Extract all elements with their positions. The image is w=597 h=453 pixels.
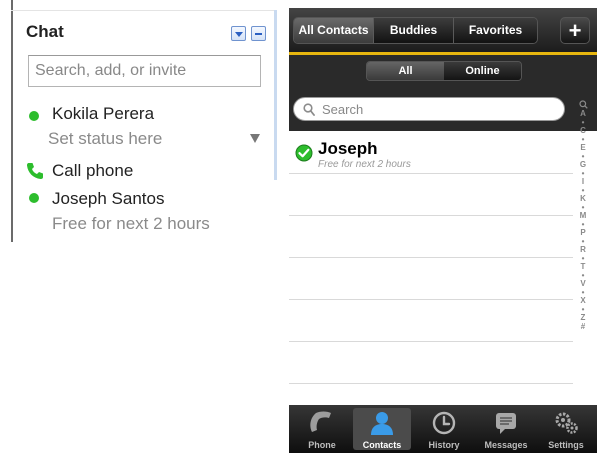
row-divider (289, 215, 573, 216)
clock-icon (432, 411, 456, 435)
my-name[interactable]: Kokila Perera (52, 104, 154, 124)
chat-title: Chat (26, 22, 64, 41)
contact-status: Free for next 2 hours (318, 159, 411, 170)
row-divider (289, 383, 573, 384)
tab-history[interactable]: History (415, 408, 473, 450)
phone-handset-icon (310, 411, 331, 432)
top-toolbar: All Contacts Buddies Favorites + (289, 8, 597, 52)
tab-label: Messages (484, 440, 528, 450)
presence-filter-control: All Online (366, 61, 522, 81)
search-field[interactable] (293, 97, 565, 121)
row-divider (289, 341, 573, 342)
tab-contacts[interactable]: Contacts (353, 408, 411, 450)
chevron-down-icon[interactable] (231, 26, 246, 41)
contact-name: Joseph (318, 139, 378, 158)
index-search-icon[interactable] (578, 100, 588, 109)
panel-left-border (11, 0, 13, 242)
online-check-icon (295, 144, 313, 162)
alphabet-index[interactable]: A • C • E • G • I • K • M • P • R • T • … (576, 100, 590, 331)
status-message-field[interactable]: Set status here (48, 129, 162, 149)
add-contact-button[interactable]: + (560, 17, 590, 44)
tab-label: Settings (548, 440, 584, 450)
filter-bar: All Online (289, 55, 597, 87)
phone-icon (27, 163, 43, 179)
contact-name[interactable]: Joseph Santos (52, 189, 164, 209)
bottom-tab-bar: Phone Contacts History Messages Settings (289, 405, 597, 453)
search-icon (303, 103, 315, 116)
iphone-contacts-app: All Contacts Buddies Favorites + All Onl… (289, 8, 597, 453)
online-status-dot (29, 111, 39, 121)
tab-favorites[interactable]: Favorites (454, 18, 537, 43)
contacts-segmented-control: All Contacts Buddies Favorites (293, 17, 538, 44)
tab-phone[interactable]: Phone (293, 408, 351, 450)
tab-settings[interactable]: Settings (537, 408, 595, 450)
chat-search-input[interactable] (28, 55, 261, 87)
row-divider (289, 257, 573, 258)
tab-all-contacts[interactable]: All Contacts (294, 18, 374, 43)
tab-label: History (428, 440, 460, 450)
message-bubble-icon (496, 413, 516, 434)
person-icon (371, 412, 393, 435)
contact-status: Free for next 2 hours (52, 214, 210, 233)
online-status-dot (29, 193, 39, 203)
chat-panel: Chat Kokila Perera Set status here Call … (0, 0, 282, 453)
search-bar (289, 87, 597, 131)
row-divider (289, 299, 573, 300)
tab-messages[interactable]: Messages (477, 408, 535, 450)
caret-down-icon[interactable] (250, 134, 260, 143)
list-item[interactable]: Joseph Free for next 2 hours (289, 131, 573, 173)
row-divider (289, 173, 573, 174)
tab-buddies[interactable]: Buddies (374, 18, 454, 43)
panel-top-divider (11, 10, 277, 11)
filter-all[interactable]: All (367, 62, 444, 80)
panel-scrollbar-track[interactable] (274, 10, 277, 180)
tab-label: Contacts (362, 440, 402, 450)
gears-icon (555, 412, 578, 434)
contact-list: Joseph Free for next 2 hours (289, 131, 573, 405)
index-letter[interactable]: # (576, 322, 590, 332)
minus-icon[interactable] (251, 26, 266, 41)
call-phone-link[interactable]: Call phone (52, 161, 133, 181)
filter-online[interactable]: Online (444, 62, 521, 80)
tab-label: Phone (308, 440, 336, 450)
search-input[interactable] (322, 100, 552, 118)
